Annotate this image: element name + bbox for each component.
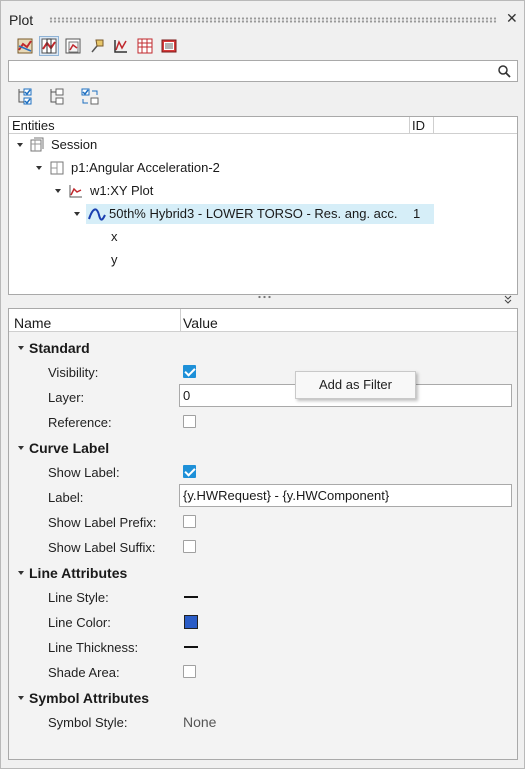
tree-label-x: x: [111, 229, 118, 244]
column-header-id[interactable]: ID: [412, 118, 425, 133]
section-curve-label[interactable]: Curve Label: [29, 440, 109, 456]
add-as-filter-menu-item[interactable]: Add as Filter: [319, 377, 392, 392]
tree-curve-id: 1: [413, 206, 421, 221]
section-collapse-icon[interactable]: [18, 346, 24, 350]
tree-label-session: Session: [51, 137, 98, 152]
tree-item-page[interactable]: p1:Angular Acceleration-2: [9, 158, 309, 178]
visibility-label: Visibility:: [48, 365, 99, 380]
show-label-checkbox[interactable]: [183, 465, 196, 478]
section-line-attributes[interactable]: Line Attributes: [29, 565, 127, 581]
show-label-prefix-checkbox[interactable]: [183, 515, 196, 528]
page-icon: [49, 160, 65, 182]
entities-tree: Entities ID Session p1:Angular Accelerat…: [8, 116, 518, 295]
symbol-style-value[interactable]: None: [183, 714, 216, 730]
symbol-style-label: Symbol Style:: [48, 715, 128, 730]
show-label-suffix-label: Show Label Suffix:: [48, 540, 156, 555]
search-icon[interactable]: [497, 64, 511, 81]
label-field[interactable]: {y.HWRequest} - {y.HWComponent}: [179, 484, 512, 507]
show-label-prefix-label: Show Label Prefix:: [48, 515, 157, 530]
expand-arrow-icon[interactable]: [55, 189, 61, 193]
close-icon[interactable]: ✕: [506, 10, 518, 26]
collapse-chevron-icon[interactable]: [503, 295, 513, 308]
expand-arrow-icon[interactable]: [17, 143, 23, 147]
tree-toolbar: [15, 86, 101, 108]
shade-area-label: Shade Area:: [48, 665, 120, 680]
tree-item-window[interactable]: w1:XY Plot: [9, 181, 309, 201]
curve-edit-icon[interactable]: [15, 36, 35, 56]
panel-splitter[interactable]: [257, 294, 273, 300]
label-label: Label:: [48, 490, 84, 505]
title-bar: Plot ✕: [1, 1, 524, 35]
tree-label-curve: 50th% Hybrid3 - LOWER TORSO - Res. ang. …: [109, 206, 398, 221]
entities-header: Entities ID: [9, 117, 517, 134]
reverse-selection-icon[interactable]: [79, 86, 101, 108]
select-all-icon[interactable]: [15, 86, 37, 108]
page-icon[interactable]: [63, 36, 83, 56]
properties-header: Name Value: [9, 309, 517, 332]
expand-arrow-icon[interactable]: [74, 212, 80, 216]
shade-area-checkbox[interactable]: [183, 665, 196, 678]
panel-title: Plot: [9, 12, 34, 28]
search-box: [8, 60, 518, 82]
line-thickness-value[interactable]: [184, 646, 198, 648]
properties-table: Name Value Standard Visibility: Layer: 0…: [8, 308, 518, 760]
expand-arrow-icon[interactable]: [36, 166, 42, 170]
pin-icon[interactable]: [87, 36, 107, 56]
line-color-swatch[interactable]: [184, 615, 198, 629]
reference-label: Reference:: [48, 415, 112, 430]
show-label-label: Show Label:: [48, 465, 120, 480]
search-input[interactable]: [9, 61, 489, 81]
section-standard[interactable]: Standard: [29, 340, 90, 356]
section-collapse-icon[interactable]: [18, 571, 24, 575]
section-collapse-icon[interactable]: [18, 446, 24, 450]
visibility-checkbox[interactable]: [183, 365, 196, 378]
column-header-entities[interactable]: Entities: [12, 118, 55, 133]
tree-item-curve[interactable]: 50th% Hybrid3 - LOWER TORSO - Res. ang. …: [74, 204, 434, 227]
tree-label-window: w1:XY Plot: [90, 183, 154, 198]
layer-label: Layer:: [48, 390, 85, 405]
section-symbol-attributes[interactable]: Symbol Attributes: [29, 690, 149, 706]
line-style-value[interactable]: [184, 596, 198, 598]
axis-icon[interactable]: [111, 36, 131, 56]
tree-item-y[interactable]: y: [9, 250, 309, 270]
table-icon[interactable]: [135, 36, 155, 56]
column-header-name[interactable]: Name: [14, 315, 51, 331]
line-thickness-label: Line Thickness:: [48, 640, 139, 655]
line-style-label: Line Style:: [48, 590, 109, 605]
deselect-all-icon[interactable]: [47, 86, 69, 108]
tree-item-session[interactable]: Session: [9, 135, 309, 155]
section-collapse-icon[interactable]: [18, 696, 24, 700]
curve-icon: [88, 207, 106, 227]
plot-toolbar: [15, 36, 179, 58]
column-header-value[interactable]: Value: [183, 315, 218, 331]
drag-grip[interactable]: [49, 17, 497, 23]
tree-item-x[interactable]: x: [9, 227, 309, 247]
show-label-suffix-checkbox[interactable]: [183, 540, 196, 553]
legend-icon[interactable]: [159, 36, 179, 56]
tree-label-y: y: [111, 252, 118, 267]
line-color-label: Line Color:: [48, 615, 111, 630]
plot-panel: Plot ✕ Entities ID Session p1:Angular Ac…: [0, 0, 525, 769]
context-menu: Add as Filter: [295, 371, 416, 399]
tree-label-page: p1:Angular Acceleration-2: [71, 160, 220, 175]
session-icon: [29, 137, 45, 159]
plot-layout-icon[interactable]: [39, 36, 59, 56]
xy-plot-icon: [68, 183, 84, 205]
reference-checkbox[interactable]: [183, 415, 196, 428]
